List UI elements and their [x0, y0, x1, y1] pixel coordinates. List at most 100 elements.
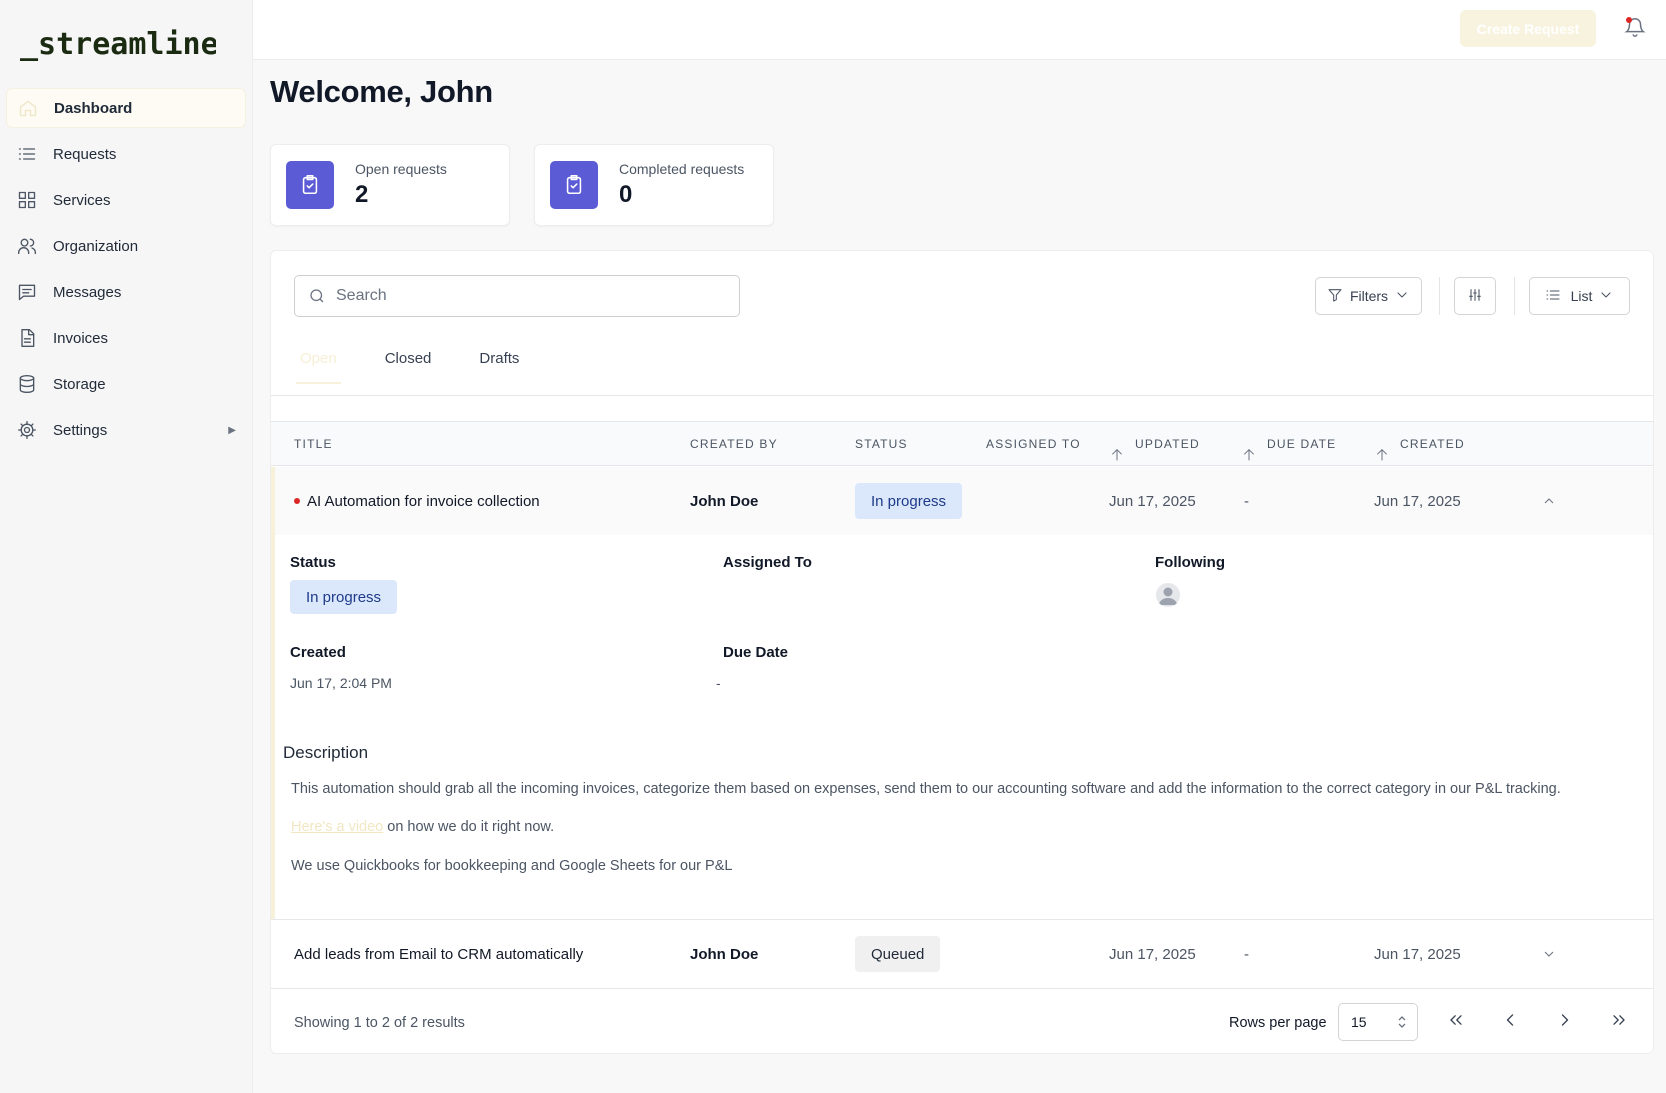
sidebar-item-label: Dashboard — [54, 99, 133, 117]
column-assigned-to[interactable]: ASSIGNED TO — [986, 422, 1081, 467]
request-detail: Status In progress Assigned To Following… — [271, 535, 1653, 919]
sidebar-item-organization[interactable]: Organization — [6, 226, 246, 266]
status-badge: Queued — [855, 936, 941, 972]
unread-dot — [294, 498, 300, 504]
column-created[interactable]: CREATED — [1374, 422, 1465, 467]
stat-label: Completed requests — [619, 161, 745, 177]
sidebar: _streamlined Dashboard Requests Services… — [0, 0, 253, 1093]
detail-status-cell: In progress — [290, 580, 398, 614]
users-icon — [16, 235, 38, 257]
toolbar-divider — [1439, 277, 1440, 315]
column-settings-button[interactable] — [1454, 277, 1496, 315]
stat-card-completed: Completed requests 0 — [534, 144, 774, 226]
search-box[interactable] — [294, 275, 740, 317]
row-title: AI Automation for invoice collection — [307, 492, 540, 510]
column-title[interactable]: TITLE — [294, 422, 333, 467]
video-link[interactable]: Here's a video — [291, 819, 383, 835]
filters-button[interactable]: Filters — [1315, 277, 1422, 315]
bell-icon[interactable] — [1624, 16, 1648, 40]
status-badge: In progress — [855, 483, 963, 519]
column-label: UPDATED — [1135, 437, 1200, 451]
row-created-by: John Doe — [690, 945, 759, 963]
rows-per-page-select[interactable]: 15 — [1338, 1003, 1418, 1041]
table-row[interactable]: AI Automation for invoice collection Joh… — [271, 467, 1653, 535]
status-badge: In progress — [290, 580, 398, 614]
page-title: Welcome, John — [270, 74, 493, 109]
sidebar-item-label: Requests — [53, 145, 117, 163]
column-updated[interactable]: UPDATED — [1109, 422, 1200, 467]
notification-dot — [1626, 17, 1632, 23]
column-status[interactable]: STATUS — [855, 422, 908, 467]
rows-per-page-value: 15 — [1351, 1014, 1367, 1030]
previous-page-button[interactable] — [1495, 1007, 1525, 1037]
streamlined-logo[interactable]: _streamlined — [20, 26, 237, 66]
detail-following-label: Following — [1155, 554, 1225, 571]
stat-card-open: Open requests 2 — [270, 144, 510, 226]
column-due-date[interactable]: DUE DATE — [1241, 422, 1336, 467]
stat-value: 0 — [619, 181, 633, 208]
sidebar-item-messages[interactable]: Messages — [6, 272, 246, 312]
detail-due-label: Due Date — [723, 644, 789, 661]
description-text: on how we do it right now. — [383, 819, 555, 835]
last-page-button[interactable] — [1604, 1007, 1634, 1037]
sidebar-item-label: Invoices — [53, 329, 109, 347]
list-icon — [1545, 287, 1561, 306]
view-mode-label: List — [1570, 288, 1593, 304]
description-paragraph: This automation should grab all the inco… — [291, 781, 1561, 797]
row-created-by: John Doe — [690, 492, 759, 510]
svg-text:_streamlined: _streamlined — [20, 27, 216, 62]
home-icon — [17, 97, 39, 119]
table-row[interactable]: Add leads from Email to CRM automaticall… — [271, 919, 1653, 989]
sort-arrow-up-icon — [1374, 437, 1390, 460]
sidebar-item-label: Storage — [53, 375, 106, 393]
document-icon — [16, 327, 38, 349]
detail-created-value: Jun 17, 2:04 PM — [290, 675, 392, 691]
stat-value: 2 — [355, 181, 369, 208]
column-label: CREATED — [1400, 437, 1465, 451]
sidebar-item-label: Services — [53, 191, 111, 209]
toolbar-divider — [1514, 277, 1515, 315]
sidebar-item-storage[interactable]: Storage — [6, 364, 246, 404]
sidebar-item-label: Organization — [53, 237, 139, 255]
row-updated: Jun 17, 2025 — [1109, 492, 1196, 510]
column-created-by[interactable]: CREATED BY — [690, 422, 778, 467]
chevron-down-icon — [1394, 287, 1410, 306]
detail-assigned-label: Assigned To — [723, 554, 812, 571]
tab-closed[interactable]: Closed — [381, 345, 436, 395]
sort-arrow-up-icon — [1109, 437, 1125, 460]
expand-caret-icon[interactable]: ▶ — [228, 425, 236, 436]
sidebar-item-label: Messages — [53, 283, 122, 301]
sort-arrow-up-icon — [1241, 437, 1257, 460]
search-input[interactable] — [336, 287, 716, 305]
description-paragraph: We use Quickbooks for bookkeeping and Go… — [291, 858, 733, 874]
detail-created-label: Created — [290, 644, 346, 661]
tabs-divider — [271, 395, 1653, 396]
row-status-cell: In progress — [855, 467, 963, 535]
chevron-up-icon[interactable] — [1541, 467, 1557, 535]
row-created: Jun 17, 2025 — [1374, 492, 1461, 510]
top-bar: Create Request — [253, 0, 1666, 60]
create-request-button[interactable]: Create Request — [1460, 10, 1596, 47]
row-status-cell: Queued — [855, 920, 941, 988]
next-page-button[interactable] — [1550, 1007, 1580, 1037]
view-mode-select[interactable]: List — [1529, 277, 1630, 315]
stat-label: Open requests — [355, 161, 447, 177]
sidebar-nav: Dashboard Requests Services Organization… — [6, 88, 246, 456]
description-title: Description — [283, 743, 369, 762]
avatar[interactable] — [1156, 583, 1180, 607]
sidebar-item-invoices[interactable]: Invoices — [6, 318, 246, 358]
sidebar-item-services[interactable]: Services — [6, 180, 246, 220]
tab-drafts[interactable]: Drafts — [475, 345, 523, 395]
sidebar-item-requests[interactable]: Requests — [6, 134, 246, 174]
tab-open[interactable]: Open — [296, 345, 341, 395]
chevron-down-icon[interactable] — [1541, 920, 1557, 988]
sidebar-item-dashboard[interactable]: Dashboard — [6, 88, 246, 128]
grid-icon — [16, 189, 38, 211]
detail-due-value: - — [716, 675, 721, 691]
database-icon — [16, 373, 38, 395]
row-due-date: - — [1244, 945, 1249, 963]
first-page-button[interactable] — [1441, 1007, 1471, 1037]
column-label: DUE DATE — [1267, 437, 1337, 451]
sidebar-item-settings[interactable]: Settings ▶ — [6, 410, 246, 450]
row-title: Add leads from Email to CRM automaticall… — [294, 945, 584, 963]
